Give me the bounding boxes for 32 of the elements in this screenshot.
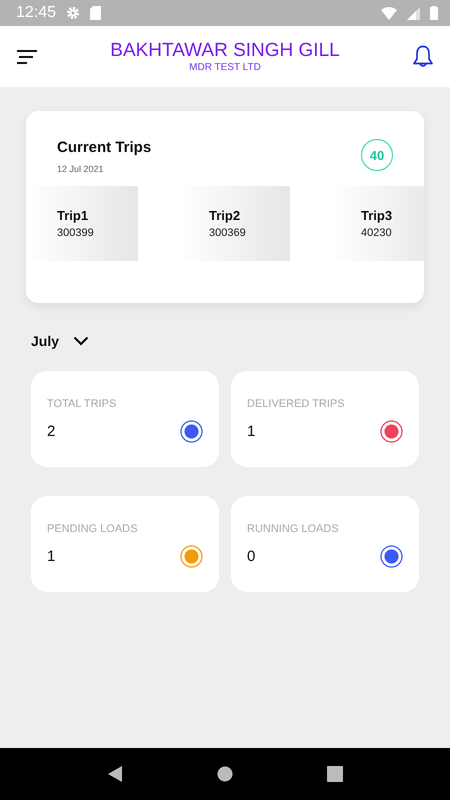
- user-name: BAKHTAWAR SINGH GILL: [110, 40, 340, 62]
- stat-label: PENDING LOADS: [47, 523, 138, 535]
- signal-icon: [407, 6, 420, 20]
- stat-label: DELIVERED TRIPS: [247, 398, 346, 410]
- stat-value: 2: [47, 423, 56, 440]
- menu-icon[interactable]: [16, 48, 38, 64]
- trip-name: Trip2: [209, 208, 242, 223]
- back-icon[interactable]: [107, 765, 123, 783]
- trip-number: 40230: [361, 227, 393, 239]
- stat-label: RUNNING LOADS: [247, 523, 340, 535]
- wifi-icon: [381, 6, 397, 20]
- status-time: 12:45: [16, 4, 56, 22]
- sd-card-icon: [90, 6, 102, 20]
- battery-icon: [430, 6, 438, 20]
- trip-number: 300369: [209, 227, 247, 239]
- trip-name: Trip1: [57, 208, 90, 223]
- trip-tile[interactable]: Trip1 300399: [26, 186, 138, 261]
- chevron-down-icon: [73, 336, 90, 346]
- notification-bell-icon[interactable]: [412, 44, 434, 68]
- stat-label: TOTAL TRIPS: [47, 398, 118, 410]
- trip-name: Trip3: [361, 208, 394, 223]
- stat-value: 0: [247, 548, 256, 565]
- home-icon[interactable]: [217, 766, 233, 782]
- company-name: MDR TEST LTD: [189, 62, 261, 74]
- gear-icon: [66, 6, 80, 20]
- trips-date: 12 Jul 2021: [57, 164, 105, 174]
- trip-number: 300399: [57, 227, 95, 239]
- card-title: Current Trips: [57, 139, 152, 156]
- stat-value: 1: [47, 548, 56, 565]
- trip-count-badge: 40: [361, 139, 393, 171]
- stat-value: 1: [247, 423, 256, 440]
- month-dropdown[interactable]: July: [31, 333, 90, 349]
